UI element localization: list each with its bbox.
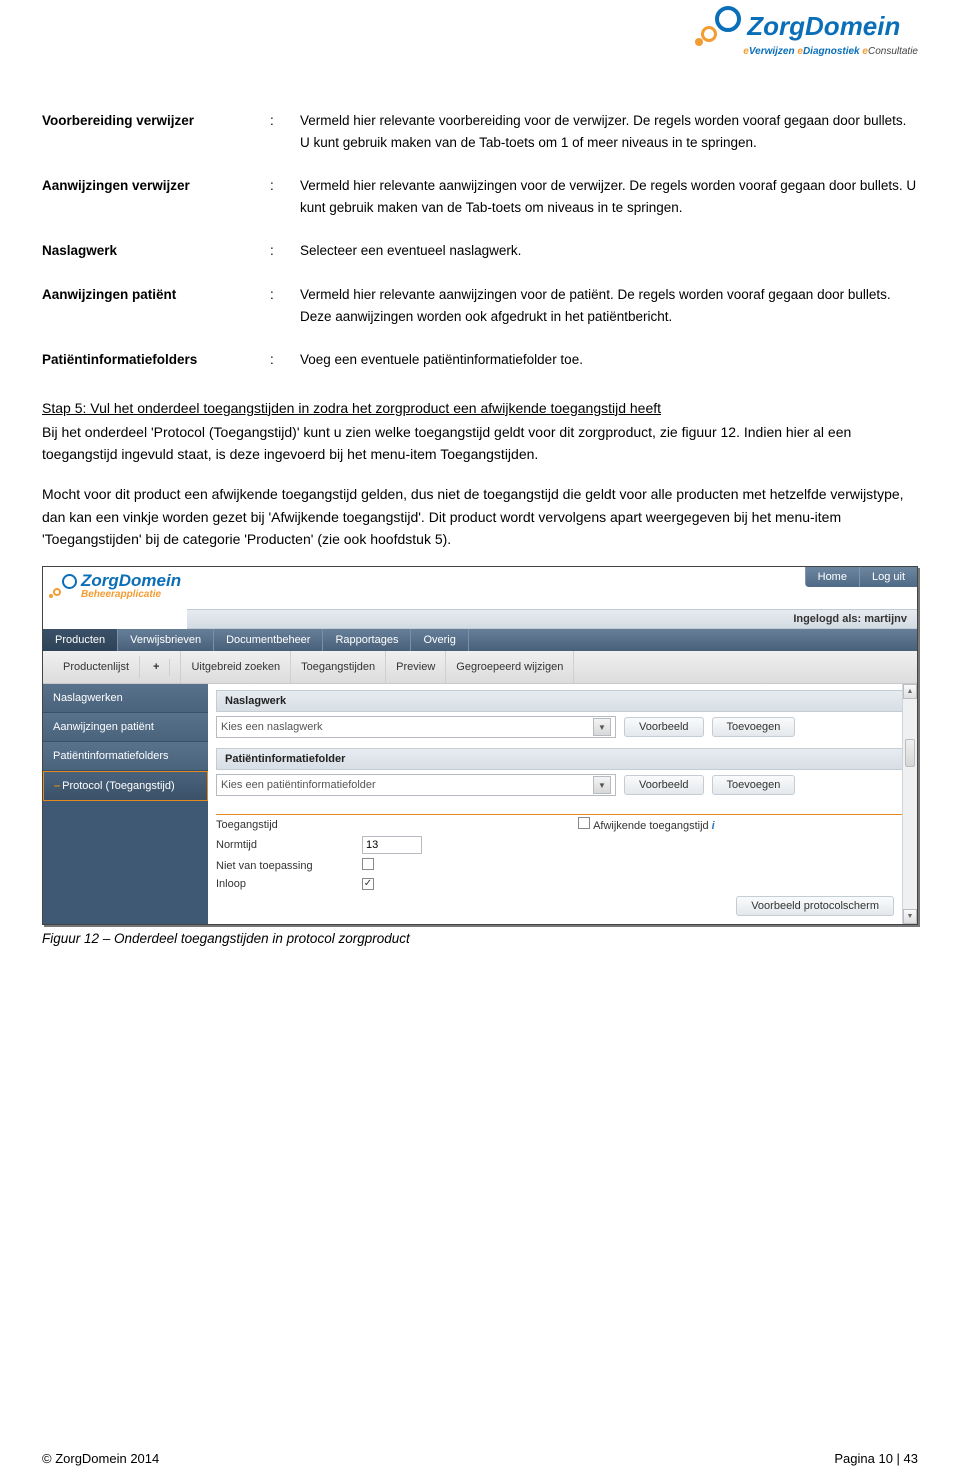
checkbox-inloop[interactable] <box>362 878 374 890</box>
logo-text: ZorgDomein <box>747 11 900 42</box>
def-label: Aanwijzingen verwijzer <box>42 175 262 218</box>
checkbox-afwijkend[interactable] <box>578 817 590 829</box>
sidebar: Naslagwerken Aanwijzingen patiënt Patiën… <box>43 684 208 924</box>
label-niet-van-toepassing: Niet van toepassing <box>216 860 356 872</box>
sidebar-item-protocol-toegangstijd[interactable]: –Protocol (Toegangstijd) <box>43 771 208 801</box>
checkbox-nvt[interactable] <box>362 858 374 870</box>
top-nav: Home Log uit <box>805 567 917 587</box>
def-label: Voorbereiding verwijzer <box>42 110 262 153</box>
definition-list: Voorbereiding verwijzer : Vermeld hier r… <box>42 110 918 371</box>
subtab-uitgebreid-zoeken[interactable]: Uitgebreid zoeken <box>181 651 291 683</box>
label-toegangstijd: Toegangstijd <box>216 819 356 831</box>
def-value: Vermeld hier relevante aanwijzingen voor… <box>300 284 918 327</box>
def-colon: : <box>270 284 292 327</box>
brand-logo: ZorgDomein eVerwijzen eDiagnostiek eCons… <box>695 6 918 57</box>
voorbeeld-button[interactable]: Voorbeeld <box>624 717 704 737</box>
panel-title-naslagwerk: Naslagwerk <box>216 690 909 712</box>
scroll-thumb[interactable] <box>905 739 915 767</box>
tab-verwijsbrieven[interactable]: Verwijsbrieven <box>118 629 214 651</box>
subtab-productenlijst[interactable]: Productenlijst+ <box>43 651 181 683</box>
login-bar: Ingelogd als: martijnv <box>187 609 917 629</box>
plus-icon: + <box>143 659 170 676</box>
toevoegen-button[interactable]: Toevoegen <box>712 717 796 737</box>
figure-caption: Figuur 12 – Onderdeel toegangstijden in … <box>42 931 918 946</box>
input-normtijd[interactable] <box>362 836 422 854</box>
def-colon: : <box>270 349 292 371</box>
info-icon[interactable]: i <box>712 820 715 832</box>
scroll-up-icon[interactable]: ▲ <box>903 684 917 699</box>
page-footer: © ZorgDomein 2014 Pagina 10 | 43 <box>42 1451 918 1466</box>
def-colon: : <box>270 240 292 262</box>
label-inloop: Inloop <box>216 878 356 890</box>
label-afwijkend: Afwijkende toegangstijd <box>593 820 709 832</box>
paragraph: Mocht voor dit product een afwijkende to… <box>42 483 918 550</box>
select-naslagwerk[interactable]: Kies een naslagwerk ▼ <box>216 716 616 738</box>
def-label: Patiëntinformatiefolders <box>42 349 262 371</box>
panel-title-patientinformatiefolder: Patiëntinformatiefolder <box>216 748 909 770</box>
content-pane: Naslagwerk Kies een naslagwerk ▼ Voorbee… <box>208 684 917 924</box>
sub-tabs: Productenlijst+ Uitgebreid zoeken Toegan… <box>43 651 917 684</box>
def-value: Vermeld hier relevante voorbereiding voo… <box>300 110 918 153</box>
def-label: Naslagwerk <box>42 240 262 262</box>
select-patientinformatiefolder[interactable]: Kies een patiëntinformatiefolder ▼ <box>216 774 616 796</box>
sidebar-item-patientinformatiefolders[interactable]: Patiëntinformatiefolders <box>43 742 208 771</box>
footer-right: Pagina 10 | 43 <box>834 1451 918 1466</box>
def-label: Aanwijzingen patiënt <box>42 284 262 327</box>
panel-section-divider <box>216 806 909 815</box>
body-text: Stap 5: Vul het onderdeel toegangstijden… <box>42 397 918 551</box>
tab-rapportages[interactable]: Rapportages <box>323 629 411 651</box>
def-value: Voeg een eventuele patiëntinformatiefold… <box>300 349 918 371</box>
logo-mark-icon <box>49 574 77 598</box>
subtab-gegroepeerd-wijzigen[interactable]: Gegroepeerd wijzigen <box>446 651 574 683</box>
def-colon: : <box>270 110 292 153</box>
main-tabs: Producten Verwijsbrieven Documentbeheer … <box>43 629 917 651</box>
subtab-toegangstijden[interactable]: Toegangstijden <box>291 651 386 683</box>
tab-producten[interactable]: Producten <box>43 629 118 651</box>
chevron-down-icon: ▼ <box>593 718 611 736</box>
step-heading: Stap 5: Vul het onderdeel toegangstijden… <box>42 400 661 416</box>
sidebar-item-aanwijzingen-patient[interactable]: Aanwijzingen patiënt <box>43 713 208 742</box>
app-brand-sub: Beheerapplicatie <box>81 589 181 600</box>
toevoegen-button[interactable]: Toevoegen <box>712 775 796 795</box>
nav-logout[interactable]: Log uit <box>859 567 917 587</box>
logo-mark-icon <box>695 6 741 46</box>
app-brand: ZorgDomein Beheerapplicatie <box>43 567 187 600</box>
label-normtijd: Normtijd <box>216 839 356 851</box>
footer-left: © ZorgDomein 2014 <box>42 1451 159 1466</box>
voorbeeld-protocolscherm-button[interactable]: Voorbeeld protocolscherm <box>736 896 894 916</box>
scrollbar[interactable]: ▲ ▼ <box>902 684 917 924</box>
nav-home[interactable]: Home <box>805 567 859 587</box>
def-colon: : <box>270 175 292 218</box>
paragraph: Bij het onderdeel 'Protocol (Toegangstij… <box>42 421 918 466</box>
def-value: Vermeld hier relevante aanwijzingen voor… <box>300 175 918 218</box>
scroll-down-icon[interactable]: ▼ <box>903 909 917 924</box>
sidebar-item-naslagwerken[interactable]: Naslagwerken <box>43 684 208 713</box>
logo-tagline: eVerwijzen eDiagnostiek eConsultatie <box>743 46 918 57</box>
chevron-down-icon: ▼ <box>593 776 611 794</box>
voorbeeld-button[interactable]: Voorbeeld <box>624 775 704 795</box>
def-value: Selecteer een eventueel naslagwerk. <box>300 240 918 262</box>
app-screenshot: ZorgDomein Beheerapplicatie Home Log uit… <box>42 566 918 925</box>
subtab-preview[interactable]: Preview <box>386 651 446 683</box>
app-brand-text: ZorgDomein <box>81 571 181 590</box>
tab-documentbeheer[interactable]: Documentbeheer <box>214 629 323 651</box>
tab-overig[interactable]: Overig <box>411 629 468 651</box>
